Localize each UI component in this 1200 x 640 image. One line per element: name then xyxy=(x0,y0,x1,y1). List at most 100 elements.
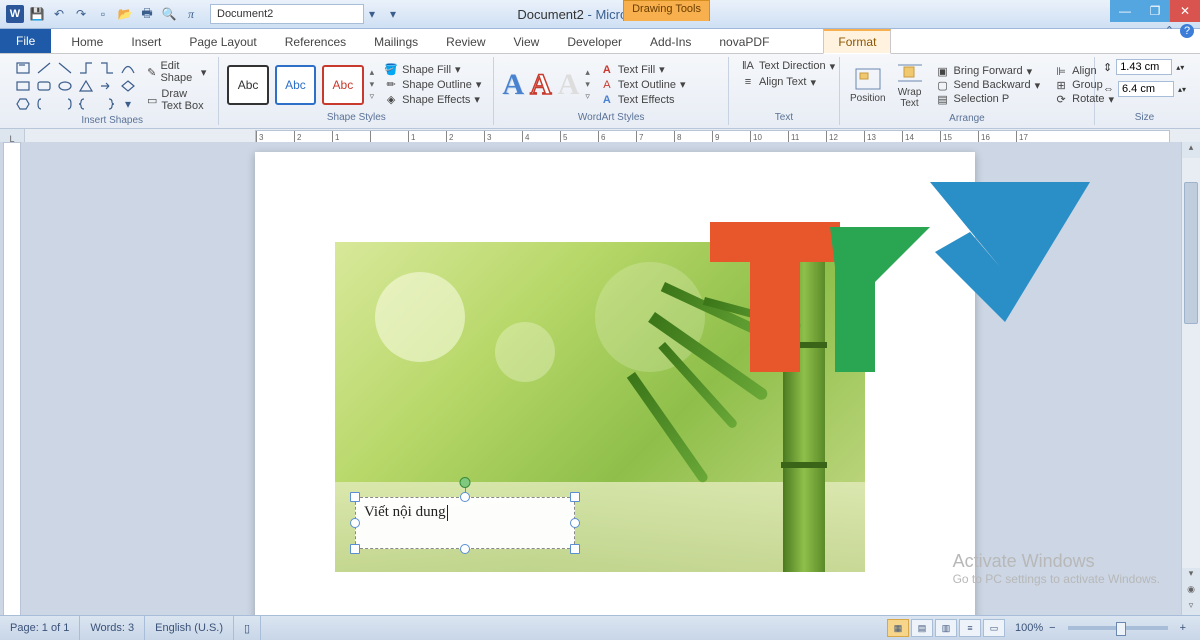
open-icon[interactable]: 📂 xyxy=(116,5,134,23)
scroll-thumb[interactable] xyxy=(1184,182,1198,324)
zoom-in-button[interactable]: + xyxy=(1176,622,1190,634)
shape-more-icon[interactable]: ▾ xyxy=(119,96,137,112)
shape-fill-button[interactable]: 🪣Shape Fill ▾ xyxy=(380,63,485,77)
shape-line-icon[interactable] xyxy=(35,60,53,76)
wordart-styles-scroll[interactable]: ▴▾▿ xyxy=(585,67,590,102)
shape-diamond-icon[interactable] xyxy=(119,78,137,94)
status-language[interactable]: English (U.S.) xyxy=(145,616,234,640)
resize-handle-sw[interactable] xyxy=(350,544,360,554)
shape-textbox-icon[interactable] xyxy=(14,60,32,76)
shape-connector-icon[interactable] xyxy=(77,60,95,76)
shape-ellipse-icon[interactable] xyxy=(56,78,74,94)
tab-review[interactable]: Review xyxy=(432,31,499,53)
shape-bracket2-icon[interactable] xyxy=(56,96,74,112)
send-backward-button[interactable]: ▢Send Backward ▾ xyxy=(932,78,1045,92)
page[interactable]: Viết nội dung xyxy=(255,152,975,616)
shape-style-2[interactable]: Abc xyxy=(275,65,316,105)
undo-icon[interactable]: ↶ xyxy=(50,5,68,23)
shape-brace-icon[interactable] xyxy=(77,96,95,112)
resize-handle-ne[interactable] xyxy=(570,492,580,502)
text-box[interactable]: Viết nội dung xyxy=(355,497,575,549)
rotate-handle[interactable] xyxy=(460,477,471,488)
wrap-text-button[interactable]: Wrap Text xyxy=(894,59,926,111)
shape-connector2-icon[interactable] xyxy=(98,60,116,76)
text-outline-button[interactable]: AText Outline ▾ xyxy=(596,78,690,92)
tab-novapdf[interactable]: novaPDF xyxy=(705,31,783,53)
position-button[interactable]: Position xyxy=(848,65,888,106)
help-icon[interactable]: ? xyxy=(1180,24,1194,38)
shape-line2-icon[interactable] xyxy=(56,60,74,76)
qat-more-icon[interactable]: ▾ xyxy=(384,5,402,23)
width-input[interactable] xyxy=(1118,81,1174,97)
wordart-style-2[interactable]: A xyxy=(530,68,552,102)
view-full-screen[interactable]: ▤ xyxy=(911,619,933,637)
resize-handle-nw[interactable] xyxy=(350,492,360,502)
status-macro-icon[interactable]: ▯ xyxy=(234,616,261,640)
selection-pane-button[interactable]: ▤Selection P xyxy=(932,92,1045,106)
shape-style-1[interactable]: Abc xyxy=(227,65,268,105)
scroll-up-icon[interactable]: ▴ xyxy=(1182,142,1200,158)
height-input[interactable] xyxy=(1116,59,1172,75)
new-icon[interactable]: ▫ xyxy=(94,5,112,23)
zoom-slider[interactable] xyxy=(1068,626,1168,630)
edit-shape-button[interactable]: ✎Edit Shape ▾ xyxy=(143,59,210,85)
tab-mailings[interactable]: Mailings xyxy=(360,31,432,53)
bring-forward-button[interactable]: ▣Bring Forward ▾ xyxy=(932,64,1045,78)
save-icon[interactable]: 💾 xyxy=(28,5,46,23)
wordart-style-1[interactable]: A xyxy=(502,68,524,102)
scroll-down-icon[interactable]: ▾ xyxy=(1182,568,1200,584)
close-button[interactable]: ✕ xyxy=(1170,0,1200,22)
next-page-icon[interactable]: ▿ xyxy=(1182,600,1200,616)
minimize-button[interactable]: — xyxy=(1110,0,1140,22)
resize-handle-w[interactable] xyxy=(350,518,360,528)
draw-text-box-button[interactable]: ▭Draw Text Box xyxy=(143,87,210,113)
shape-outline-button[interactable]: ✏Shape Outline ▾ xyxy=(380,78,485,92)
shape-styles-scroll[interactable]: ▴▾▿ xyxy=(370,67,375,102)
vertical-scrollbar[interactable]: ▴ ▾ ◉ ▿ xyxy=(1181,142,1200,616)
dropdown-icon[interactable]: ▾ xyxy=(364,7,380,21)
shape-curve-icon[interactable] xyxy=(119,60,137,76)
resize-handle-e[interactable] xyxy=(570,518,580,528)
tab-developer[interactable]: Developer xyxy=(553,31,636,53)
view-draft[interactable]: ▭ xyxy=(983,619,1005,637)
print-icon[interactable]: 🖶 xyxy=(138,5,156,23)
file-tab[interactable]: File xyxy=(0,29,51,53)
shapes-gallery[interactable]: ▾ xyxy=(14,60,137,112)
tab-page-layout[interactable]: Page Layout xyxy=(175,31,270,53)
qat-document-dropdown[interactable]: Document2 xyxy=(210,4,364,24)
shape-brace2-icon[interactable] xyxy=(98,96,116,112)
text-box-content[interactable]: Viết nội dung xyxy=(355,497,575,549)
tab-format[interactable]: Format xyxy=(823,29,891,54)
shape-rect-icon[interactable] xyxy=(14,78,32,94)
align-text-button[interactable]: ≡Align Text ▾ xyxy=(737,75,839,89)
text-fill-button[interactable]: AText Fill ▾ xyxy=(596,63,690,77)
tab-addins[interactable]: Add-Ins xyxy=(636,31,705,53)
status-words[interactable]: Words: 3 xyxy=(80,616,145,640)
restore-button[interactable]: ❐ xyxy=(1140,0,1170,22)
status-page[interactable]: Page: 1 of 1 xyxy=(0,616,80,640)
shape-roundrect-icon[interactable] xyxy=(35,78,53,94)
preview-icon[interactable]: 🔍 xyxy=(160,5,178,23)
vertical-ruler[interactable] xyxy=(3,142,21,616)
tab-references[interactable]: References xyxy=(271,31,360,53)
shape-triangle-icon[interactable] xyxy=(77,78,95,94)
resize-handle-n[interactable] xyxy=(460,492,470,502)
prev-page-icon[interactable]: ◉ xyxy=(1182,584,1200,600)
text-direction-button[interactable]: ‖AText Direction ▾ xyxy=(737,59,839,73)
wordart-style-3[interactable]: A xyxy=(558,68,580,102)
zoom-out-button[interactable]: − xyxy=(1045,622,1059,634)
text-effects-button[interactable]: AText Effects xyxy=(596,93,690,107)
shape-effects-button[interactable]: ◈Shape Effects ▾ xyxy=(380,93,485,107)
view-web[interactable]: ▥ xyxy=(935,619,957,637)
shape-bracket-icon[interactable] xyxy=(35,96,53,112)
shape-hexagon-icon[interactable] xyxy=(14,96,32,112)
tab-insert[interactable]: Insert xyxy=(117,31,175,53)
minimize-ribbon-icon[interactable]: ⌃ xyxy=(1165,24,1174,38)
shape-style-3[interactable]: Abc xyxy=(322,65,363,105)
equation-icon[interactable]: π xyxy=(182,5,200,23)
view-outline[interactable]: ≡ xyxy=(959,619,981,637)
shape-arrow-icon[interactable] xyxy=(98,78,116,94)
resize-handle-se[interactable] xyxy=(570,544,580,554)
zoom-level[interactable]: 100% xyxy=(1015,622,1043,634)
redo-icon[interactable]: ↷ xyxy=(72,5,90,23)
